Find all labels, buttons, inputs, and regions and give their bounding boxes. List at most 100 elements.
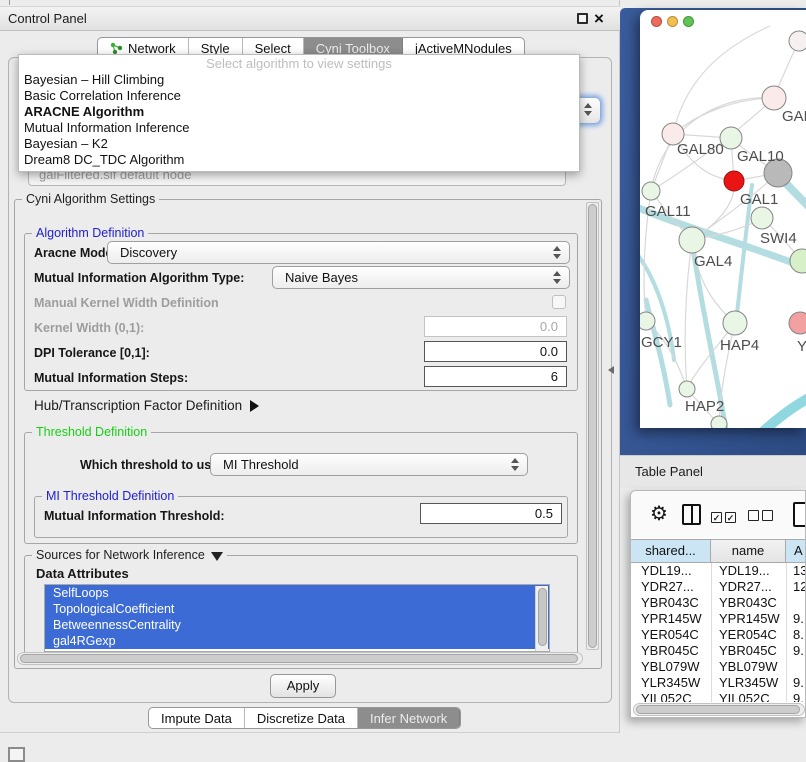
cyni-bottom-tabbar: Impute Data Discretize Data Infer Networ…	[148, 707, 461, 729]
sources-group-title[interactable]: Sources for Network Inference	[32, 548, 227, 562]
algorithm-dropdown-popup: Select algorithm to view settings Bayesi…	[18, 54, 580, 172]
mi-threshold-field[interactable]: 0.5	[420, 503, 562, 524]
cell-partial-value: 13	[793, 563, 806, 578]
dpi-tolerance-field[interactable]: 0.0	[424, 341, 567, 362]
node-label-hap2: HAP2	[685, 398, 724, 415]
attribute-item-selected[interactable]: TopologicalCoefficient	[45, 601, 549, 617]
screen: Control Panel × Network Style Select Cyn…	[0, 0, 806, 762]
dropdown-placeholder: Select algorithm to view settings	[19, 55, 579, 72]
node-gal11[interactable]	[642, 182, 660, 200]
dropdown-item[interactable]: Bayesian – K2	[19, 136, 579, 152]
collapsed-arrow-icon	[250, 400, 259, 412]
tab-discretize-data[interactable]: Discretize Data	[245, 708, 358, 728]
cell-name: YPR145W	[719, 611, 780, 626]
cell-shared-name: YLR345W	[641, 675, 700, 690]
close-icon[interactable]: ×	[594, 7, 604, 31]
node-unlabeled-bottom[interactable]	[711, 416, 727, 428]
cell-shared-name: YBL079W	[641, 659, 700, 674]
table-row[interactable]: YBR045CYBR045C9.	[631, 643, 806, 659]
cell-partial-value: 9.	[793, 611, 804, 626]
mi-steps-field[interactable]: 6	[424, 366, 567, 387]
table-body: YDL19...YDL19...13YDR27...YDR27...12YBR0…	[631, 563, 806, 702]
tab-impute-data[interactable]: Impute Data	[149, 708, 245, 728]
node-unlabeled-top[interactable]	[789, 31, 806, 51]
node-red-selected[interactable]	[724, 171, 744, 191]
cell-partial-value: 12	[793, 579, 806, 594]
attribute-item-selected[interactable]: gal4RGexp	[45, 633, 549, 649]
node-salmon[interactable]	[789, 312, 806, 334]
control-panel-titlebar: Control Panel ×	[0, 6, 620, 31]
cell-shared-name: YPR145W	[641, 611, 702, 626]
mi-algorithm-type-label: Mutual Information Algorithm Type:	[34, 271, 244, 285]
cell-partial-value: 9.	[793, 675, 804, 690]
node-gal1[interactable]	[751, 207, 773, 229]
apply-button[interactable]: Apply	[270, 674, 336, 698]
attribute-list-scrollbar[interactable]	[535, 586, 548, 652]
table-row[interactable]: YDR27...YDR27...12	[631, 579, 806, 595]
table-row[interactable]: YPR145W YPR145W 9.	[631, 611, 806, 627]
attribute-item-selected[interactable]: BetweennessCentrality	[45, 617, 549, 633]
table-row[interactable]: YLR345W YLR345W 9.	[631, 675, 806, 691]
manual-kernel-width-checkbox[interactable]	[552, 295, 566, 309]
node-hap2[interactable]	[679, 381, 695, 397]
deselect-all-checkboxes-icon[interactable]	[748, 508, 776, 526]
table-row[interactable]: YBL079WYBL079W	[631, 659, 806, 675]
select-all-checkboxes-icon[interactable]: ✓✓	[711, 508, 739, 526]
node-gal-partial[interactable]	[762, 86, 786, 110]
document-icon[interactable]	[793, 502, 806, 527]
cell-name: YLR345W	[719, 675, 778, 690]
minimized-panel-icon[interactable]	[8, 747, 25, 762]
node-hap4[interactable]	[723, 311, 747, 335]
table-toolbar: ⚙ ✓✓	[631, 491, 806, 538]
panel-splitter-handle[interactable]	[608, 366, 614, 374]
table-row[interactable]: YBR043CYBR043C	[631, 595, 806, 611]
kernel-width-label: Kernel Width (0,1):	[34, 321, 144, 335]
column-header-shared[interactable]: shared...	[631, 540, 711, 562]
aracne-mode-combo[interactable]: Discovery	[107, 241, 570, 264]
cell-shared-name: YDL19...	[641, 563, 692, 578]
attribute-item-selected[interactable]: SelfLoops	[45, 585, 549, 601]
dropdown-item[interactable]: Bayesian – Hill Climbing	[19, 72, 579, 88]
combo-stepper-icon	[511, 458, 520, 471]
dropdown-item[interactable]: Dream8 DC_TDC Algorithm	[19, 152, 579, 168]
node-gcy1[interactable]	[640, 312, 655, 330]
dropdown-item-selected[interactable]: ARACNE Algorithm	[19, 104, 579, 120]
column-separator	[711, 563, 712, 702]
table-row[interactable]: YDL19...YDL19...13	[631, 563, 806, 579]
mi-steps-label: Mutual Information Steps:	[34, 371, 188, 385]
table-row[interactable]: YIL052CYIL052C9.	[631, 691, 806, 702]
table-horizontal-scrollbar[interactable]	[633, 703, 805, 716]
dropdown-item[interactable]: Mutual Information Inference	[19, 120, 579, 136]
cell-shared-name: YBR045C	[641, 643, 699, 658]
which-threshold-combo[interactable]: MI Threshold	[210, 453, 528, 476]
network-view-canvas[interactable]: GAL GAL80 GAL10 GAL1 GAL11 SWI4 GAL4 GCY…	[640, 10, 806, 428]
column-header-name[interactable]: name	[711, 540, 786, 562]
cell-shared-name: YIL052C	[641, 691, 692, 702]
hub-definition-toggle[interactable]: Hub/Transcription Factor Definition	[34, 398, 259, 413]
kernel-width-field[interactable]: 0.0	[424, 316, 567, 337]
node-label-y-partial: Y	[797, 338, 806, 355]
control-panel-window: Control Panel × Network Style Select Cyn…	[0, 0, 620, 733]
teal-edge-thick	[758, 392, 806, 428]
dropdown-item[interactable]: Basic Correlation Inference	[19, 88, 579, 104]
table-row[interactable]: YER054CYER054C8.	[631, 627, 806, 643]
cell-partial-value: 8.	[793, 627, 804, 642]
aracne-mode-label: Aracne Mode:	[34, 246, 117, 260]
cell-shared-name: YDR27...	[641, 579, 694, 594]
tab-infer-network[interactable]: Infer Network	[358, 708, 460, 728]
settings-vertical-scrollbar[interactable]	[586, 202, 599, 650]
node-label-gal80: GAL80	[677, 141, 724, 158]
network-icon	[110, 42, 123, 55]
node-swi4[interactable]	[790, 249, 806, 273]
settings-horizontal-scrollbar[interactable]	[17, 652, 583, 665]
node-gal4[interactable]	[679, 227, 705, 253]
mi-algorithm-type-combo[interactable]: Naive Bayes	[272, 266, 570, 289]
combo-stepper-icon	[553, 271, 562, 284]
gear-icon[interactable]: ⚙	[650, 504, 668, 524]
column-header-partial[interactable]: A	[786, 540, 806, 562]
column-separator	[786, 563, 787, 702]
node-label-hap4: HAP4	[720, 337, 759, 354]
float-window-icon[interactable]	[577, 13, 588, 24]
split-columns-icon[interactable]	[682, 504, 701, 525]
threshold-definition-title: Threshold Definition	[32, 425, 151, 439]
